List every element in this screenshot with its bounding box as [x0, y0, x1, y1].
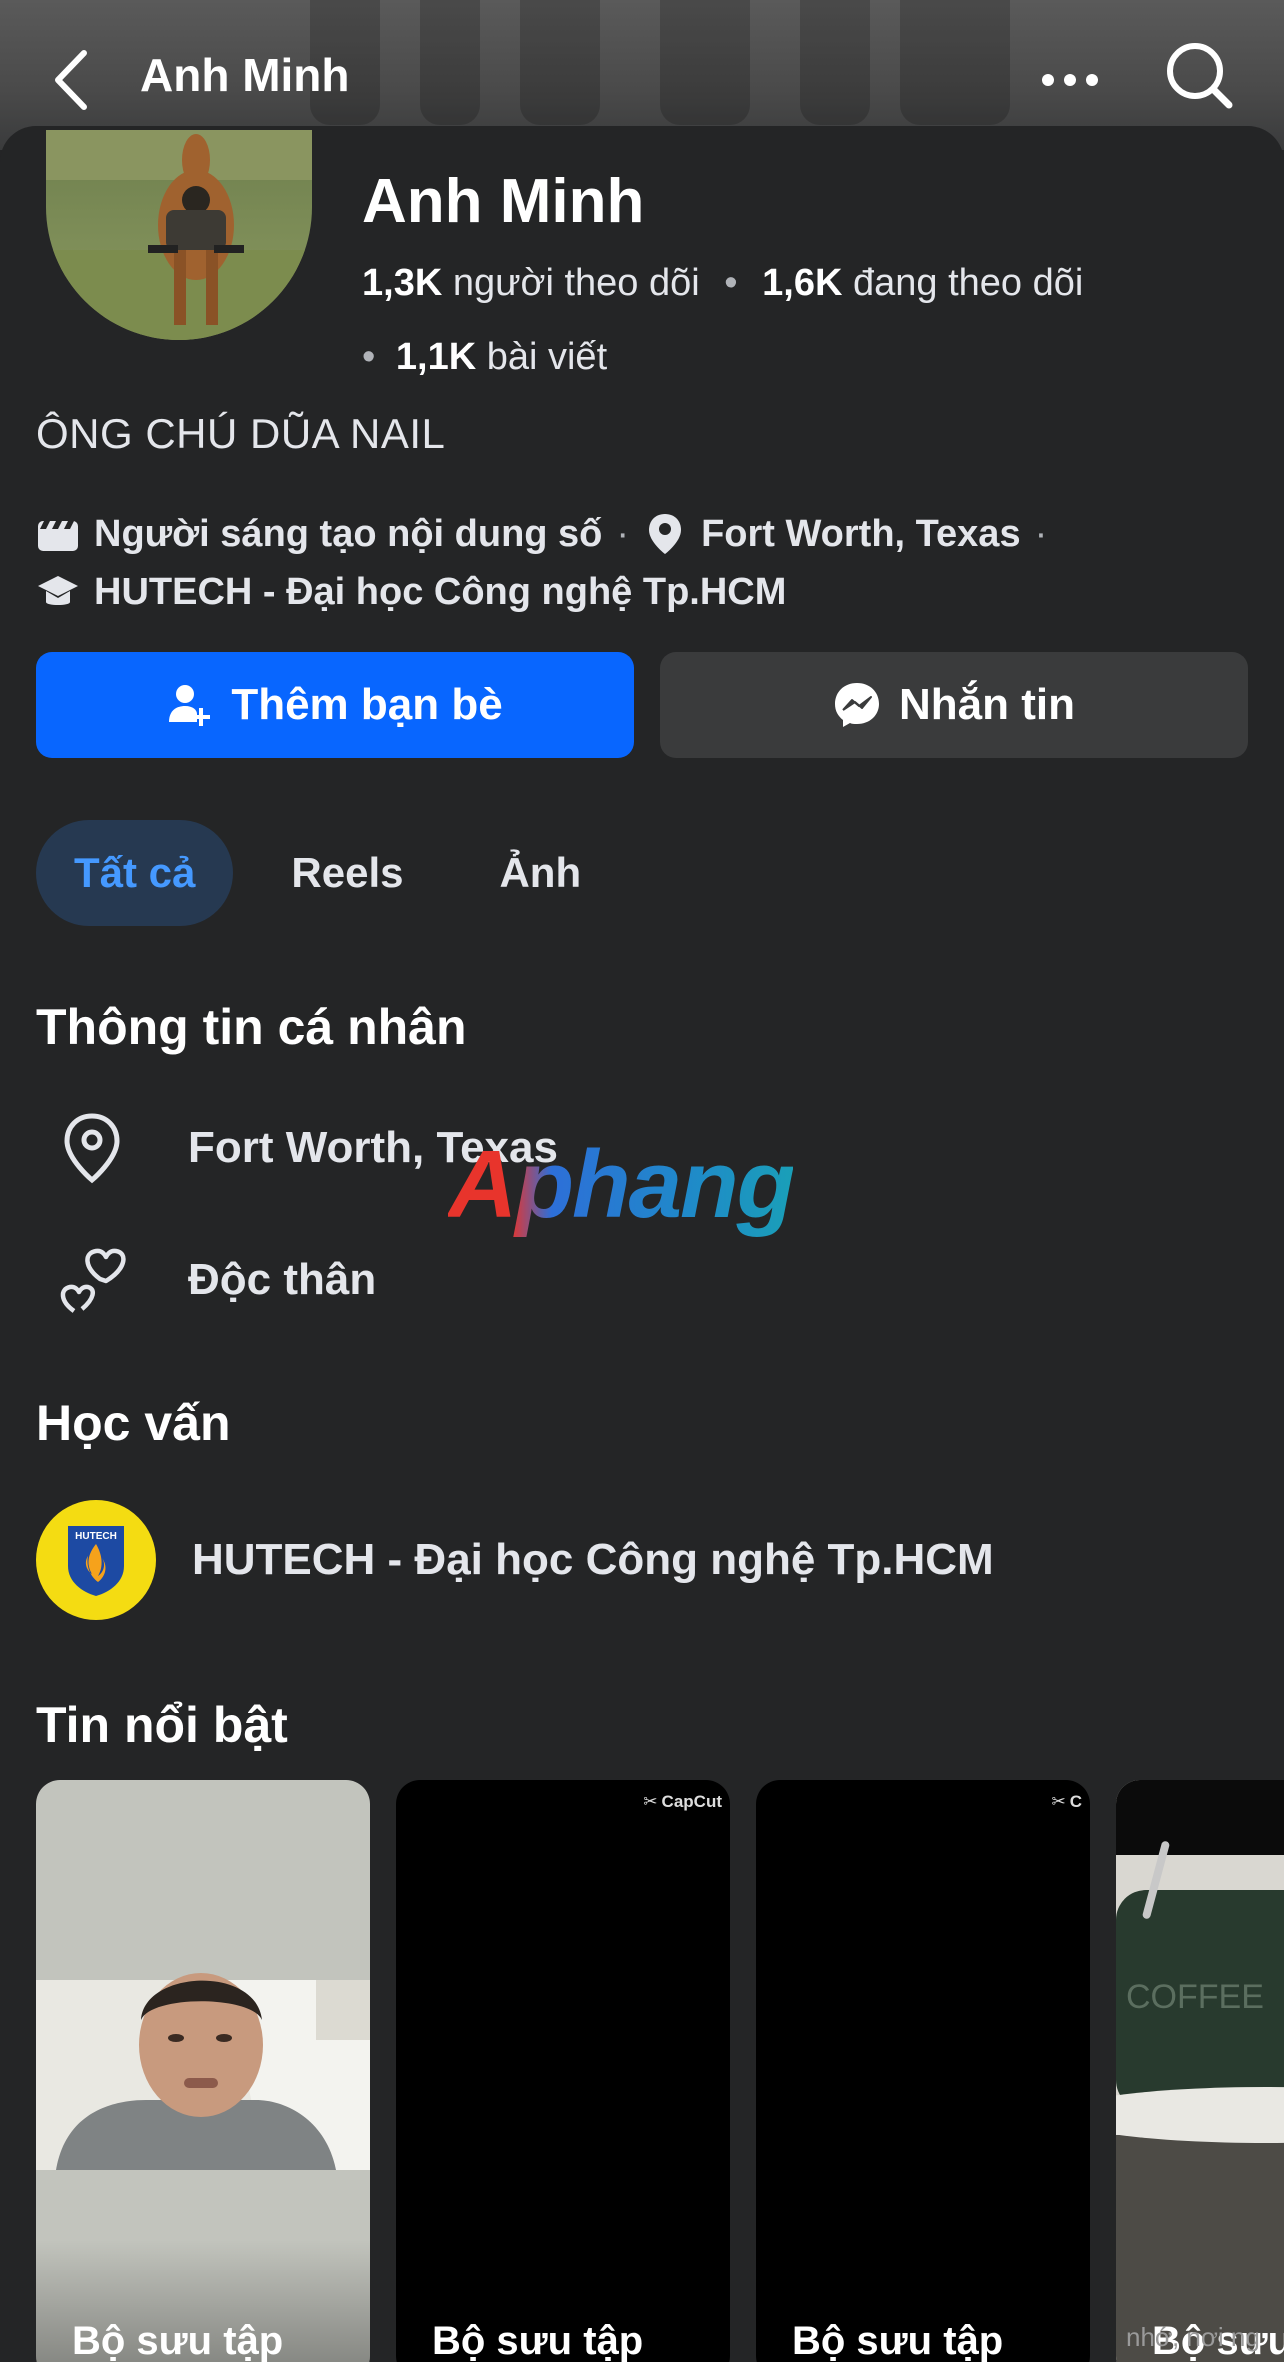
stats-line-2: • 1,1K bài viết: [362, 320, 1262, 394]
clapperboard-icon: [36, 512, 80, 556]
profile-bio: ÔNG CHÚ DŨA NAIL: [36, 410, 446, 457]
message-label: Nhắn tin: [899, 680, 1075, 729]
highlight-label: Bộ sưu tập: [72, 2319, 284, 2362]
education-title: Học vấn: [36, 1395, 231, 1451]
messenger-icon: [833, 681, 881, 729]
meta-row-1: Người sáng tạo nội dung số · Fort Worth,…: [36, 505, 1256, 563]
category-text: Người sáng tạo nội dung số: [94, 512, 603, 555]
education-school-text: HUTECH - Đại học Công nghệ Tp.HCM: [192, 1535, 994, 1584]
svg-text:COFFEE: COFFEE: [1126, 1978, 1264, 2016]
profile-meta: Người sáng tạo nội dung số · Fort Worth,…: [36, 505, 1256, 621]
highlight-card[interactable]: Bộ sưu tập: [36, 1780, 370, 2362]
school-text[interactable]: HUTECH - Đại học Công nghệ Tp.HCM: [94, 571, 786, 614]
highlights-title: Tin nổi bật: [36, 1697, 288, 1753]
separator-dot: ·: [616, 512, 630, 555]
posts-count: 1,1K: [395, 336, 477, 378]
followers-count[interactable]: 1,3K: [362, 262, 442, 304]
capcut-icon: ✂: [1051, 1792, 1066, 1811]
profile-name: Anh Minh: [362, 167, 645, 236]
highlight-card[interactable]: ✂ C Bộ sưu tập: [756, 1780, 1090, 2362]
profile-avatar[interactable]: [46, 130, 312, 340]
tab-all[interactable]: Tất cả: [36, 820, 234, 926]
meta-row-2: HUTECH - Đại học Công nghệ Tp.HCM: [36, 563, 1256, 621]
corner-caption: nhớ, nơi ng: [1126, 2322, 1260, 2352]
stats-line-1: 1,3K người theo dõi • 1,6K đang theo dõi: [362, 246, 1262, 320]
following-label[interactable]: đang theo dõi: [853, 262, 1083, 304]
following-count[interactable]: 1,6K: [762, 262, 842, 304]
highlight-photo-coffee: COFFEE: [1116, 1780, 1284, 2362]
tab-photos[interactable]: Ảnh: [461, 820, 619, 926]
capcut-badge: ✂ C: [1051, 1792, 1082, 1812]
school-logo: HUTECH: [36, 1500, 156, 1620]
location-pin-icon: [643, 512, 687, 556]
search-button[interactable]: [1160, 36, 1240, 116]
location-text: Fort Worth, Texas: [701, 512, 1021, 555]
highlights-strip: Bộ sưu tập ✂ CapCut Bộ sưu tập ✂ C Bộ sư…: [36, 1780, 1284, 2362]
chevron-left-icon: [55, 50, 87, 110]
tab-reels[interactable]: Reels: [253, 820, 441, 926]
more-horizontal-icon: [1042, 74, 1098, 86]
location-pin-icon: [32, 1098, 152, 1198]
info-relationship-text: Độc thân: [188, 1255, 377, 1304]
header-title: Anh Minh: [140, 49, 350, 101]
watermark-logo: Aphang: [448, 1131, 795, 1238]
separator-dot: ·: [1034, 512, 1048, 555]
back-button[interactable]: [42, 40, 102, 120]
graduation-cap-icon: [36, 570, 80, 614]
highlight-card[interactable]: ✂ CapCut Bộ sưu tập: [396, 1780, 730, 2362]
hearts-icon: [32, 1230, 152, 1330]
info-row-school[interactable]: HUTECH HUTECH - Đại học Công nghệ Tp.HCM: [36, 1500, 1236, 1620]
add-friend-icon: [167, 682, 213, 728]
separator-dot: •: [362, 336, 376, 378]
capcut-icon: ✂: [643, 1792, 658, 1811]
highlight-card[interactable]: COFFEE Bộ sưu tập: [1116, 1780, 1284, 2362]
avatar-horse-image: [46, 130, 312, 340]
capcut-text: C: [1069, 1792, 1082, 1811]
profile-stats: 1,3K người theo dõi • 1,6K đang theo dõi…: [362, 246, 1262, 394]
search-icon: [1167, 43, 1233, 109]
followers-label[interactable]: người theo dõi: [453, 262, 700, 304]
highlight-label: Bộ sưu tập: [432, 2319, 644, 2362]
posts-label: bài viết: [486, 336, 608, 378]
add-friend-label: Thêm bạn bè: [231, 680, 503, 729]
more-button[interactable]: [1030, 40, 1110, 120]
add-friend-button[interactable]: Thêm bạn bè: [36, 652, 634, 758]
svg-text:HUTECH: HUTECH: [75, 1531, 117, 1542]
profile-tabs: Tất cả Reels Ảnh: [36, 820, 619, 926]
separator-dot: •: [724, 262, 738, 304]
message-button[interactable]: Nhắn tin: [660, 652, 1248, 758]
capcut-badge: ✂ CapCut: [643, 1792, 722, 1812]
capcut-text: CapCut: [661, 1792, 722, 1811]
personal-info-title: Thông tin cá nhân: [36, 999, 467, 1055]
highlight-label: Bộ sưu tập: [792, 2319, 1004, 2362]
info-row-relationship[interactable]: Độc thân: [36, 1230, 1236, 1330]
